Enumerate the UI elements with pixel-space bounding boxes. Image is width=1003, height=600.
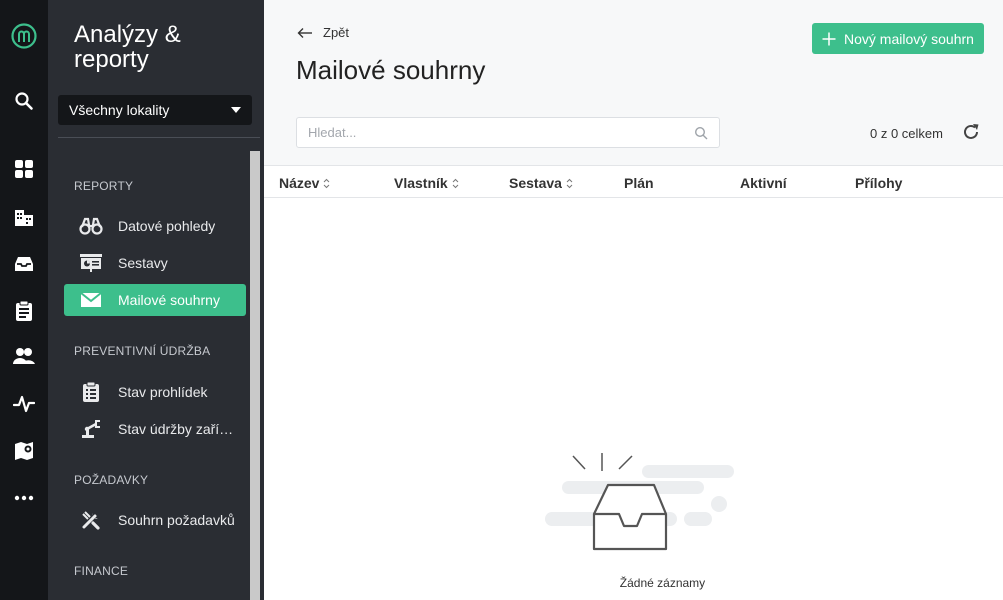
plus-icon [822, 32, 836, 45]
empty-inbox-icon [544, 452, 736, 557]
menu-item-label: Datové pohledy [118, 218, 216, 234]
refresh-button[interactable] [961, 122, 981, 147]
search-icon[interactable] [0, 83, 48, 119]
column-header-aktivni: Aktivní [740, 175, 787, 191]
presentation-icon [64, 253, 118, 273]
sort-icon [452, 178, 459, 188]
column-label: Aktivní [740, 175, 787, 191]
menu-item-souhrn-pozadavku[interactable]: Souhrn požadavků [64, 504, 246, 536]
menu-scrollbar[interactable] [250, 151, 260, 600]
machine-arm-icon [64, 419, 118, 439]
search-box [296, 117, 720, 148]
activity-icon[interactable] [0, 386, 48, 422]
menu-item-label: Mailové souhrny [118, 292, 220, 308]
column-label: Plán [624, 175, 654, 191]
reports-menu: Analýzy & reporty Všechny lokality REPOR… [48, 0, 264, 600]
empty-state-text: Žádné záznamy [619, 576, 706, 590]
location-select[interactable]: Všechny lokality [58, 95, 252, 125]
menu-item-label: Stav údržby zařízení [118, 421, 240, 437]
page-title: Mailové souhrny [296, 55, 486, 85]
users-icon[interactable] [0, 338, 48, 374]
column-header-nazev[interactable]: Název [279, 175, 330, 191]
page-header: Zpět Mailové souhrny Nový mailový souhrn… [264, 0, 1003, 165]
map-pin-icon[interactable] [0, 433, 48, 469]
column-label: Název [279, 175, 320, 191]
icon-rail [0, 0, 48, 600]
dashboard-icon[interactable] [0, 151, 48, 187]
main-content: Zpět Mailové souhrny Nový mailový souhrn… [264, 0, 1003, 600]
section-label-preventivni-udrzba: PREVENTIVNÍ ÚDRŽBA [74, 344, 211, 358]
menu-item-label: Sestavy [118, 255, 168, 271]
column-header-vlastnik[interactable]: Vlastník [394, 175, 459, 191]
menu-item-sestavy[interactable]: Sestavy [64, 247, 246, 279]
menu-item-label: Stav prohlídek [118, 384, 208, 400]
tools-icon [64, 510, 118, 530]
column-header-plan: Plán [624, 175, 654, 191]
refresh-icon [964, 124, 979, 139]
menu-item-stav-prohlidek[interactable]: Stav prohlídek [64, 376, 246, 408]
menu-item-stav-udrzby-zarizeni[interactable]: Stav údržby zařízení [64, 413, 246, 445]
binoculars-icon [64, 217, 118, 235]
caret-down-icon [231, 107, 241, 113]
column-label: Přílohy [855, 175, 903, 191]
arrow-left-icon [297, 27, 312, 38]
clipboard-list-icon [64, 381, 118, 403]
column-label: Sestava [509, 175, 562, 191]
buildings-icon[interactable] [0, 199, 48, 235]
search-icon[interactable] [694, 126, 708, 140]
menu-divider [58, 137, 260, 138]
inbox-icon[interactable] [0, 246, 48, 282]
envelope-icon [64, 292, 118, 308]
section-label-finance: FINANCE [74, 564, 129, 578]
back-link[interactable]: Zpět [297, 25, 349, 40]
column-header-prilohy: Přílohy [855, 175, 902, 191]
table-header: Název Vlastník Sestava Plán Aktivní Příl… [264, 165, 1003, 198]
clipboard-icon[interactable] [0, 293, 48, 329]
sort-icon [566, 178, 573, 188]
menu-item-label: Souhrn požadavků [118, 512, 235, 528]
menu-item-datove-pohledy[interactable]: Datové pohledy [64, 210, 246, 242]
logo-icon[interactable] [0, 18, 48, 54]
more-icon[interactable] [0, 480, 48, 516]
new-summary-button[interactable]: Nový mailový souhrn [812, 23, 984, 54]
new-summary-button-label: Nový mailový souhrn [844, 30, 974, 47]
menu-title: Analýzy & reporty [74, 21, 181, 73]
record-count: 0 z 0 celkem [870, 126, 943, 141]
menu-item-mailove-souhrny[interactable]: Mailové souhrny [64, 284, 246, 316]
location-select-value: Všechny lokality [69, 102, 170, 118]
back-label: Zpět [323, 25, 350, 40]
search-input[interactable] [297, 118, 677, 147]
section-label-reporty: REPORTY [74, 179, 134, 193]
section-label-pozadavky: POŽADAVKY [74, 473, 149, 487]
column-header-sestava[interactable]: Sestava [509, 175, 573, 191]
column-label: Vlastník [394, 175, 448, 191]
sort-icon [324, 178, 330, 188]
